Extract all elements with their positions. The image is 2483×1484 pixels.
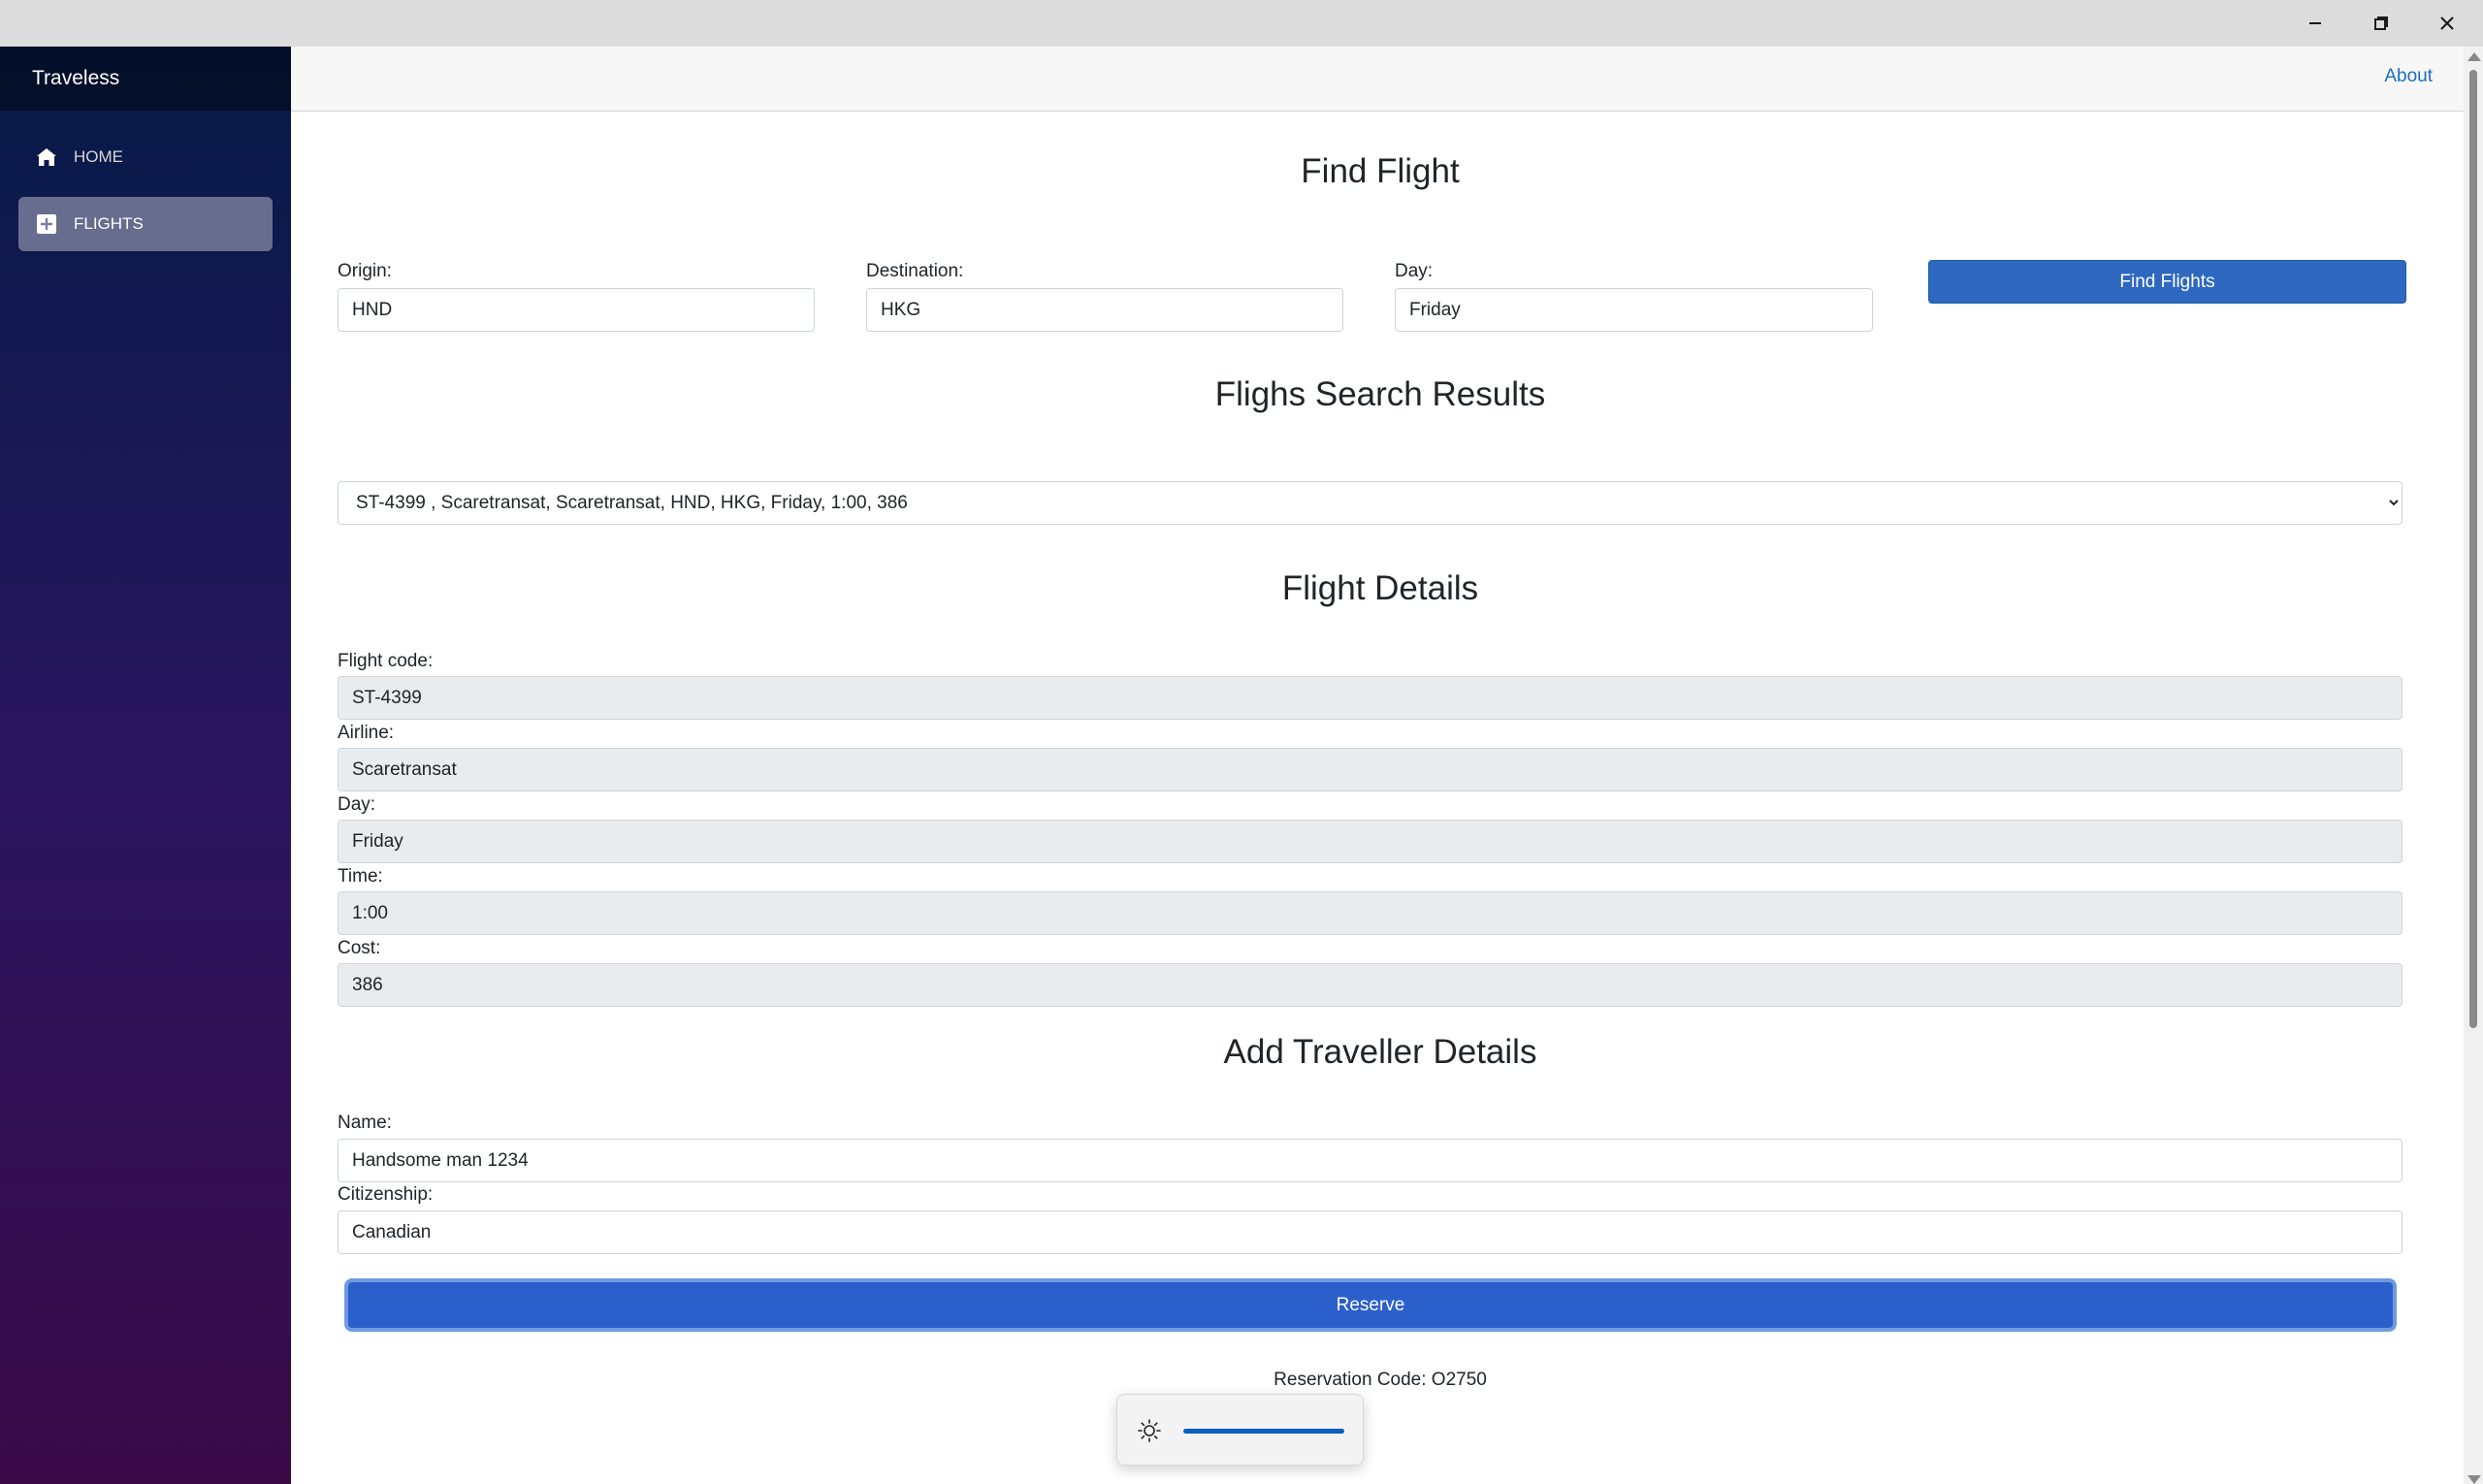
close-icon [2440, 16, 2454, 30]
sidebar-item-label: HOME [74, 147, 123, 166]
detail-day-field[interactable] [338, 820, 2402, 863]
brightness-icon [1138, 1419, 1161, 1442]
scroll-down-arrow-icon[interactable] [2467, 1475, 2481, 1484]
plus-square-icon [35, 212, 58, 236]
scroll-up-arrow-icon[interactable] [2467, 52, 2481, 61]
detail-day-label: Day: [338, 794, 376, 815]
search-results-title: Flighs Search Results [1214, 375, 1546, 413]
home-icon [35, 145, 58, 169]
citizenship-label: Citizenship: [338, 1184, 434, 1205]
cost-field[interactable] [338, 963, 2402, 1007]
origin-input[interactable] [338, 288, 815, 332]
sidebar-item-label: FLIGHTS [74, 214, 144, 233]
flight-code-label: Flight code: [338, 651, 434, 671]
time-label: Time: [338, 866, 383, 887]
citizenship-input[interactable] [338, 1210, 2402, 1254]
minimize-icon [2309, 22, 2321, 24]
brand[interactable]: Traveless [0, 47, 291, 111]
origin-label: Origin: [338, 261, 392, 281]
sidebar-item-home[interactable]: HOME [18, 130, 273, 184]
find-flight-title: Find Flight [1301, 152, 1460, 190]
cost-label: Cost: [338, 938, 381, 958]
brightness-slider[interactable] [1183, 1429, 1344, 1434]
day-label: Day: [1395, 261, 1434, 281]
sidebar-item-flights[interactable]: FLIGHTS [18, 197, 273, 251]
main-content: Find Flight Origin: Destination: Day: Fi… [291, 112, 2464, 1484]
restore-button[interactable] [2347, 0, 2415, 47]
traveller-details-title: Add Traveller Details [1223, 1033, 1537, 1071]
reserve-button[interactable]: Reserve [348, 1282, 2393, 1328]
close-button[interactable] [2413, 0, 2481, 47]
scroll-thumb[interactable] [2469, 70, 2477, 1028]
time-field[interactable] [338, 891, 2402, 935]
restore-icon [2374, 16, 2388, 30]
sidebar: Traveless HOME FLIGHTS [0, 47, 291, 1484]
name-input[interactable] [338, 1139, 2402, 1182]
minimize-button[interactable] [2281, 0, 2349, 47]
about-link[interactable]: About [2384, 66, 2433, 87]
reservation-code: Reservation Code: O2750 [1274, 1370, 1487, 1390]
destination-label: Destination: [866, 261, 964, 281]
airline-label: Airline: [338, 723, 395, 743]
brand-label: Traveless [32, 67, 120, 89]
flight-code-field[interactable] [338, 676, 2402, 720]
top-row: About [291, 47, 2464, 112]
search-results-select[interactable]: ST-4399 , Scaretransat, Scaretransat, HN… [338, 481, 2402, 525]
destination-input[interactable] [866, 288, 1343, 332]
vertical-scrollbar[interactable] [2464, 47, 2483, 1484]
airline-field[interactable] [338, 748, 2402, 791]
brightness-flyout [1116, 1394, 1364, 1466]
name-label: Name: [338, 1113, 392, 1133]
find-flights-button[interactable]: Find Flights [1928, 260, 2406, 304]
window-titlebar [0, 0, 2483, 47]
day-input[interactable] [1395, 288, 1873, 332]
flight-details-title: Flight Details [1281, 569, 1479, 607]
